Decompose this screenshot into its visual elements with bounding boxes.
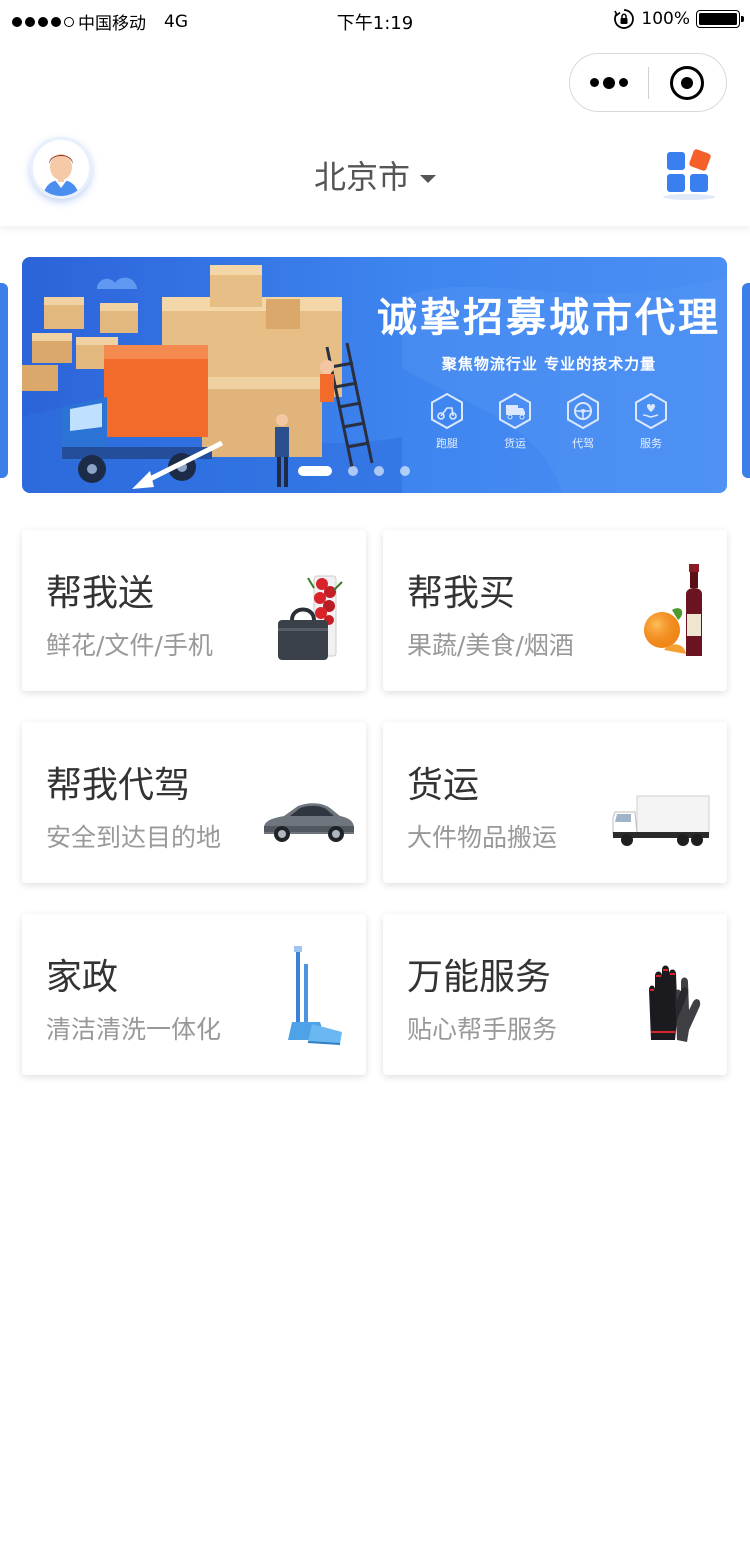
pagination-dot[interactable] bbox=[348, 466, 358, 476]
service-title: 帮我代驾 bbox=[46, 765, 191, 806]
service-title: 帮我送 bbox=[46, 573, 155, 614]
service-card-universal[interactable]: 万能服务 贴心帮手服务 bbox=[383, 914, 727, 1075]
wine-orange-image bbox=[644, 564, 702, 656]
service-subtitle: 清洁清洗一体化 bbox=[46, 1015, 222, 1044]
banner-feature-label: 货运 bbox=[504, 437, 526, 450]
more-dots-icon[interactable] bbox=[570, 54, 648, 111]
banner-next-peek[interactable] bbox=[742, 283, 750, 478]
promo-banner[interactable]: 诚挚招募城市代理 聚焦物流行业 专业的技术力量 跑腿 货运 代驾 服务 bbox=[22, 257, 727, 493]
service-subtitle: 鲜花/文件/手机 bbox=[46, 631, 213, 660]
banner-feature-label: 代驾 bbox=[572, 437, 594, 450]
city-name: 北京市 bbox=[313, 158, 410, 196]
pagination-dot[interactable] bbox=[400, 466, 410, 476]
service-title: 帮我买 bbox=[407, 573, 516, 614]
steering-wheel-icon bbox=[567, 393, 599, 429]
battery-icon bbox=[696, 10, 744, 28]
flowers-bag-image bbox=[278, 575, 343, 660]
status-bar: 中国移动 4G 下午1:19 100% bbox=[0, 0, 750, 42]
banner-title: 诚挚招募城市代理 bbox=[377, 295, 721, 341]
miniprogram-capsule bbox=[569, 53, 727, 112]
battery-percent: 100% bbox=[641, 9, 690, 29]
caret-down-icon bbox=[420, 175, 436, 183]
heart-hand-icon bbox=[635, 393, 667, 429]
banner-feature: 代驾 bbox=[563, 393, 603, 451]
banner-subtitle: 聚焦物流行业 专业的技术力量 bbox=[441, 355, 657, 373]
car-image bbox=[264, 803, 354, 842]
service-subtitle: 大件物品搬运 bbox=[407, 823, 558, 852]
service-card-buy[interactable]: 帮我买 果蔬/美食/烟酒 bbox=[383, 530, 727, 691]
service-title: 家政 bbox=[46, 957, 119, 998]
banner-feature-label: 跑腿 bbox=[436, 437, 458, 450]
broom-dustpan-image bbox=[288, 946, 342, 1045]
pagination-dot-active[interactable] bbox=[298, 466, 332, 476]
service-subtitle: 果蔬/美食/烟酒 bbox=[407, 631, 574, 660]
truck-icon bbox=[499, 393, 531, 429]
box-truck-image bbox=[612, 795, 710, 846]
apps-grid-icon[interactable] bbox=[662, 146, 716, 200]
service-title: 货运 bbox=[407, 765, 480, 806]
service-card-freight[interactable]: 货运 大件物品搬运 bbox=[383, 722, 727, 883]
banner-feature: 跑腿 bbox=[427, 393, 467, 451]
service-subtitle: 安全到达目的地 bbox=[46, 823, 222, 852]
banner-feature-label: 服务 bbox=[640, 437, 662, 450]
city-selector[interactable]: 北京市 bbox=[0, 152, 750, 198]
header: 北京市 bbox=[0, 122, 750, 226]
rotation-lock-icon bbox=[614, 9, 635, 29]
banner-pagination bbox=[298, 466, 410, 476]
service-card-housekeeping[interactable]: 家政 清洁清洗一体化 bbox=[22, 914, 366, 1075]
battery-group: 100% bbox=[613, 8, 744, 30]
banner-prev-peek[interactable] bbox=[0, 283, 8, 478]
scooter-icon bbox=[431, 393, 463, 429]
banner-feature: 货运 bbox=[495, 393, 535, 451]
service-card-deliver[interactable]: 帮我送 鲜花/文件/手机 bbox=[22, 530, 366, 691]
target-close-icon[interactable] bbox=[649, 54, 726, 111]
service-card-designated-driver[interactable]: 帮我代驾 安全到达目的地 bbox=[22, 722, 366, 883]
banner-feature-icons: 跑腿 货运 代驾 服务 bbox=[427, 393, 671, 451]
pagination-dot[interactable] bbox=[374, 466, 384, 476]
banner-feature: 服务 bbox=[631, 393, 671, 451]
service-title: 万能服务 bbox=[407, 957, 552, 998]
service-subtitle: 贴心帮手服务 bbox=[407, 1015, 558, 1044]
gloves-image bbox=[649, 965, 701, 1042]
